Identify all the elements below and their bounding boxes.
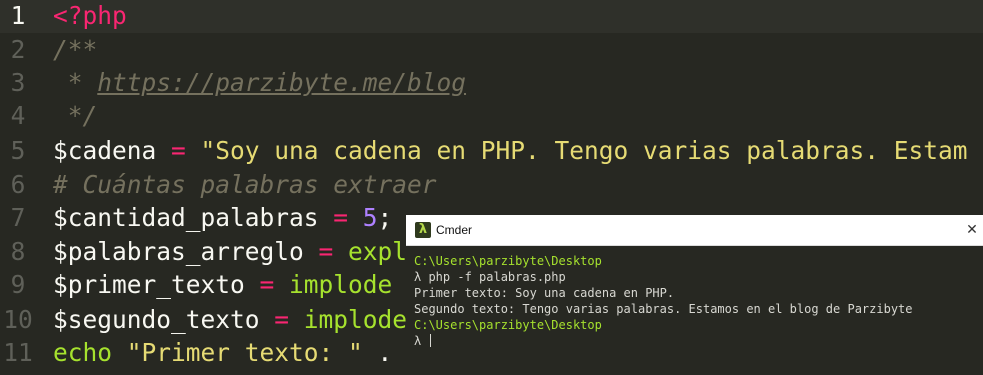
code-token: $segundo_texto — [53, 305, 260, 334]
line-number: 4 — [10, 101, 26, 130]
code-line[interactable]: 2 /** — [0, 33, 983, 67]
terminal-line: Primer texto: Soy una cadena en PHP. — [414, 285, 674, 301]
terminal-line-text: C:\Users\parzibyte\Desktop — [414, 318, 602, 332]
line-number: 8 — [10, 237, 26, 266]
line-number: 5 — [10, 136, 26, 165]
code-line[interactable]: 4 */ — [0, 99, 983, 133]
code-token: echo — [53, 338, 113, 367]
code-token: $cantidad_palabras — [53, 203, 319, 232]
code-token: $primer_texto — [53, 270, 245, 299]
code-line[interactable]: 6 # Cuántas palabras extraer — [0, 168, 983, 202]
terminal-prompt: λ — [414, 333, 432, 349]
code-token: # Cuántas palabras extraer — [53, 170, 437, 199]
code-text: echo "Primer texto: " . — [53, 336, 392, 370]
code-token: = — [259, 305, 304, 334]
code-text: /** — [53, 33, 97, 67]
code-token: "Soy una cadena en PHP. Tengo varias pal… — [200, 136, 968, 165]
terminal-line-text: λ php -f palabras.php — [414, 270, 566, 284]
code-text: $cantidad_palabras = 5; — [53, 201, 392, 235]
text-cursor — [430, 334, 432, 347]
code-text: */ — [53, 99, 98, 133]
line-number: 11 — [3, 338, 33, 367]
line-number: 6 — [10, 170, 26, 199]
code-text: $palabras_arreglo = expl — [53, 235, 407, 269]
code-token: "Primer texto: " — [126, 338, 363, 367]
code-text: # Cuántas palabras extraer — [53, 168, 437, 202]
line-number: 2 — [10, 35, 26, 64]
cmder-titlebar[interactable]: λ Cmder ✕ — [406, 215, 983, 246]
code-line[interactable]: 1 <?php — [0, 0, 983, 33]
code-line[interactable]: 5 $cadena = "Soy una cadena en PHP. Tengo… — [0, 134, 983, 168]
terminal-line: Segundo texto: Tengo varias palabras. Es… — [414, 301, 913, 317]
close-icon[interactable]: ✕ — [961, 219, 983, 241]
code-token: $palabras_arreglo — [53, 237, 304, 266]
code-token: = — [244, 270, 290, 299]
code-token: <?php — [53, 1, 127, 30]
code-token: */ — [53, 101, 98, 130]
code-token: https://parzibyte.me/blog — [97, 68, 467, 97]
code-token: expl — [348, 237, 408, 266]
code-token: 5 — [362, 203, 378, 232]
code-token: /** — [53, 35, 98, 64]
terminal-line-text: λ — [414, 334, 429, 348]
code-text: * https://parzibyte.me/blog — [53, 66, 466, 100]
code-token: $cadena — [53, 136, 157, 165]
terminal-line: C:\Users\parzibyte\Desktop — [414, 253, 602, 269]
code-text: <?php — [53, 0, 127, 33]
line-number: 3 — [10, 68, 26, 97]
terminal-output[interactable]: C:\Users\parzibyte\Desktop λ php -f palab… — [406, 246, 983, 375]
line-number: 10 — [3, 305, 33, 334]
line-number: 7 — [10, 203, 26, 232]
lambda-icon: λ — [415, 222, 431, 238]
line-number: 9 — [10, 270, 26, 299]
code-text: $segundo_texto = implode — [53, 303, 407, 337]
code-token: implode — [303, 305, 408, 334]
line-number: 1 — [10, 1, 26, 30]
code-text: $primer_texto = implode — [53, 268, 392, 302]
terminal-line-text: Segundo texto: Tengo varias palabras. Es… — [414, 302, 913, 316]
code-token: = — [156, 136, 201, 165]
code-token: implode — [289, 270, 393, 299]
code-text: $cadena = "Soy una cadena en PHP. Tengo … — [53, 134, 968, 168]
terminal-line: λ php -f palabras.php — [414, 269, 566, 285]
code-token: * — [53, 68, 98, 97]
code-token: . — [362, 338, 393, 367]
terminal-line-text: C:\Users\parzibyte\Desktop — [414, 254, 602, 268]
code-token: = — [318, 203, 363, 232]
code-token: ; — [377, 203, 393, 232]
terminal-line-text: Primer texto: Soy una cadena en PHP. — [414, 286, 675, 300]
window-title: Cmder — [436, 223, 473, 237]
code-line[interactable]: 3 * https://parzibyte.me/blog — [0, 66, 983, 100]
code-token: = — [303, 237, 349, 266]
terminal-line: C:\Users\parzibyte\Desktop — [414, 317, 602, 333]
cmder-window[interactable]: λ Cmder ✕ C:\Users\parzibyte\Desktop λ ph… — [406, 215, 983, 375]
